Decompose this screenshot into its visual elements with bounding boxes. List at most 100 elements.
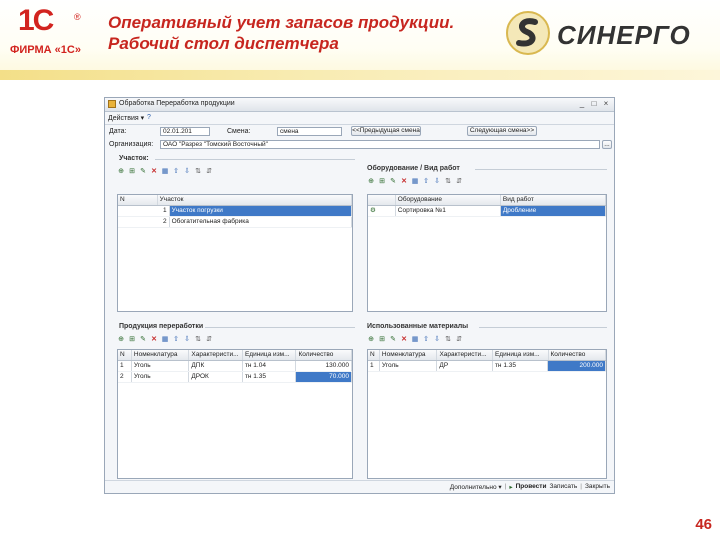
sort-desc-icon[interactable]: ⇵	[455, 336, 463, 344]
section-name: Обогатительная фабрика	[170, 217, 352, 227]
end-edit-icon[interactable]: ▦	[411, 178, 419, 186]
date-field[interactable]: 02.01.201	[160, 127, 210, 136]
move-down-icon[interactable]: ⇩	[183, 168, 191, 176]
column-header[interactable]: Оборудование	[396, 195, 501, 205]
sort-asc-icon[interactable]: ⇅	[194, 336, 202, 344]
edit-icon[interactable]: ✎	[139, 336, 147, 344]
add-icon[interactable]: ⊕	[117, 168, 125, 176]
table-row[interactable]: 1 Уголь ДР тн 1.35 200.000	[368, 361, 606, 372]
table-row[interactable]: 2 Обогатительная фабрика	[118, 217, 352, 228]
shift-field[interactable]: смена	[277, 127, 342, 136]
processing-window: Обработка Переработка продукции _ □ × Де…	[104, 97, 615, 494]
table-row[interactable]: 2 Уголь ДРОК тн 1.35 70.000	[118, 372, 352, 383]
statusbar-actions: Дополнительно ▾ | ▸ Провести Записать | …	[450, 483, 610, 491]
sort-asc-icon[interactable]: ⇅	[444, 336, 452, 344]
move-up-icon[interactable]: ⇧	[172, 168, 180, 176]
move-up-icon[interactable]: ⇧	[172, 336, 180, 344]
column-header[interactable]: Количество	[296, 350, 352, 360]
add-icon[interactable]: ⊕	[367, 336, 375, 344]
edit-icon[interactable]: ✎	[139, 168, 147, 176]
add-copy-icon[interactable]: ⊞	[378, 178, 386, 186]
close-button[interactable]: Закрыть	[585, 483, 610, 491]
move-down-icon[interactable]: ⇩	[183, 336, 191, 344]
delete-icon[interactable]: ✕	[400, 178, 408, 186]
organization-select-button[interactable]: ...	[602, 140, 612, 149]
maximize-icon[interactable]: □	[589, 99, 599, 109]
window-statusbar: Дополнительно ▾ | ▸ Провести Записать | …	[105, 480, 614, 493]
item-quantity: 70.000	[296, 372, 352, 382]
column-header[interactable]	[368, 195, 396, 205]
products-panel-title: Продукция переработки	[119, 323, 204, 330]
materials-table[interactable]: N Номенклатура Характеристи... Единица и…	[367, 349, 607, 479]
move-down-icon[interactable]: ⇩	[433, 336, 441, 344]
column-header[interactable]: Единица изм...	[243, 350, 297, 360]
delete-icon[interactable]: ✕	[150, 336, 158, 344]
row-number: 1	[118, 206, 170, 216]
column-header[interactable]: N	[118, 195, 158, 205]
prev-shift-button[interactable]: <<Предыдущая смена	[351, 126, 421, 136]
end-edit-icon[interactable]: ▦	[161, 168, 169, 176]
move-up-icon[interactable]: ⇧	[422, 336, 430, 344]
move-up-icon[interactable]: ⇧	[422, 178, 430, 186]
add-icon[interactable]: ⊕	[367, 178, 375, 186]
equipment-table[interactable]: Оборудование Вид работ ⚙ Сортировка №1 Д…	[367, 194, 607, 312]
row-number: 2	[118, 217, 170, 227]
column-header[interactable]: Участок	[158, 195, 352, 205]
sort-desc-icon[interactable]: ⇵	[205, 336, 213, 344]
organization-field[interactable]: ОАО "Разрез "Томский Восточный"	[160, 140, 600, 149]
table-row[interactable]: 1 Участок погрузки	[118, 206, 352, 217]
sections-toolbar: ⊕ ⊞ ✎ ✕ ▦ ⇧ ⇩ ⇅ ⇵	[117, 167, 213, 177]
sinergo-s-icon	[506, 11, 550, 55]
end-edit-icon[interactable]: ▦	[161, 336, 169, 344]
sort-asc-icon[interactable]: ⇅	[444, 178, 452, 186]
organization-label: Организация:	[109, 141, 154, 148]
equipment-name: Сортировка №1	[396, 206, 501, 216]
add-icon[interactable]: ⊕	[117, 336, 125, 344]
column-header[interactable]: Количество	[549, 350, 606, 360]
minimize-icon[interactable]: _	[577, 99, 587, 109]
registered-mark-icon: ®	[74, 12, 81, 22]
1c-logo: 1С ® ФИРМА «1С»	[8, 4, 96, 56]
post-button[interactable]: Провести	[516, 483, 547, 491]
edit-icon[interactable]: ✎	[389, 178, 397, 186]
column-header[interactable]: Характеристи...	[437, 350, 493, 360]
item-characteristic: ДР	[437, 361, 493, 371]
write-button[interactable]: Записать	[549, 483, 577, 491]
sort-asc-icon[interactable]: ⇅	[194, 168, 202, 176]
column-header[interactable]: Характеристи...	[189, 350, 243, 360]
row-number: 2	[118, 372, 132, 382]
column-header[interactable]: N	[368, 350, 380, 360]
equipment-table-header: Оборудование Вид работ	[368, 195, 606, 206]
add-copy-icon[interactable]: ⊞	[128, 336, 136, 344]
table-row[interactable]: 1 Уголь ДПК тн 1.04 130.000	[118, 361, 352, 372]
column-header[interactable]: Номенклатура	[132, 350, 190, 360]
products-table-header: N Номенклатура Характеристи... Единица и…	[118, 350, 352, 361]
work-type: Дробление	[500, 206, 606, 216]
column-header[interactable]: Вид работ	[501, 195, 606, 205]
sort-desc-icon[interactable]: ⇵	[205, 168, 213, 176]
products-table[interactable]: N Номенклатура Характеристи... Единица и…	[117, 349, 353, 479]
column-header[interactable]: Единица изм...	[493, 350, 549, 360]
extra-menu[interactable]: Дополнительно ▾	[450, 483, 502, 491]
column-header[interactable]: Номенклатура	[380, 350, 438, 360]
separator: |	[504, 483, 507, 490]
item-quantity: 130.000	[296, 361, 352, 371]
item-name: Уголь	[132, 361, 190, 371]
column-header[interactable]: N	[118, 350, 132, 360]
help-icon[interactable]: ?	[145, 114, 153, 122]
close-icon[interactable]: ×	[601, 99, 611, 109]
sections-table[interactable]: N Участок 1 Участок погрузки 2 Обогатите…	[117, 194, 353, 312]
sort-desc-icon[interactable]: ⇵	[455, 178, 463, 186]
add-copy-icon[interactable]: ⊞	[378, 336, 386, 344]
window-titlebar[interactable]: Обработка Переработка продукции _ □ ×	[105, 98, 614, 112]
actions-menu[interactable]: Действия ▾	[108, 114, 144, 122]
end-edit-icon[interactable]: ▦	[411, 336, 419, 344]
delete-icon[interactable]: ✕	[150, 168, 158, 176]
table-row[interactable]: ⚙ Сортировка №1 Дробление	[368, 206, 606, 217]
move-down-icon[interactable]: ⇩	[433, 178, 441, 186]
edit-icon[interactable]: ✎	[389, 336, 397, 344]
delete-icon[interactable]: ✕	[400, 336, 408, 344]
window-title: Обработка Переработка продукции	[119, 100, 235, 107]
next-shift-button[interactable]: Следующая смена>>	[467, 126, 537, 136]
add-copy-icon[interactable]: ⊞	[128, 168, 136, 176]
